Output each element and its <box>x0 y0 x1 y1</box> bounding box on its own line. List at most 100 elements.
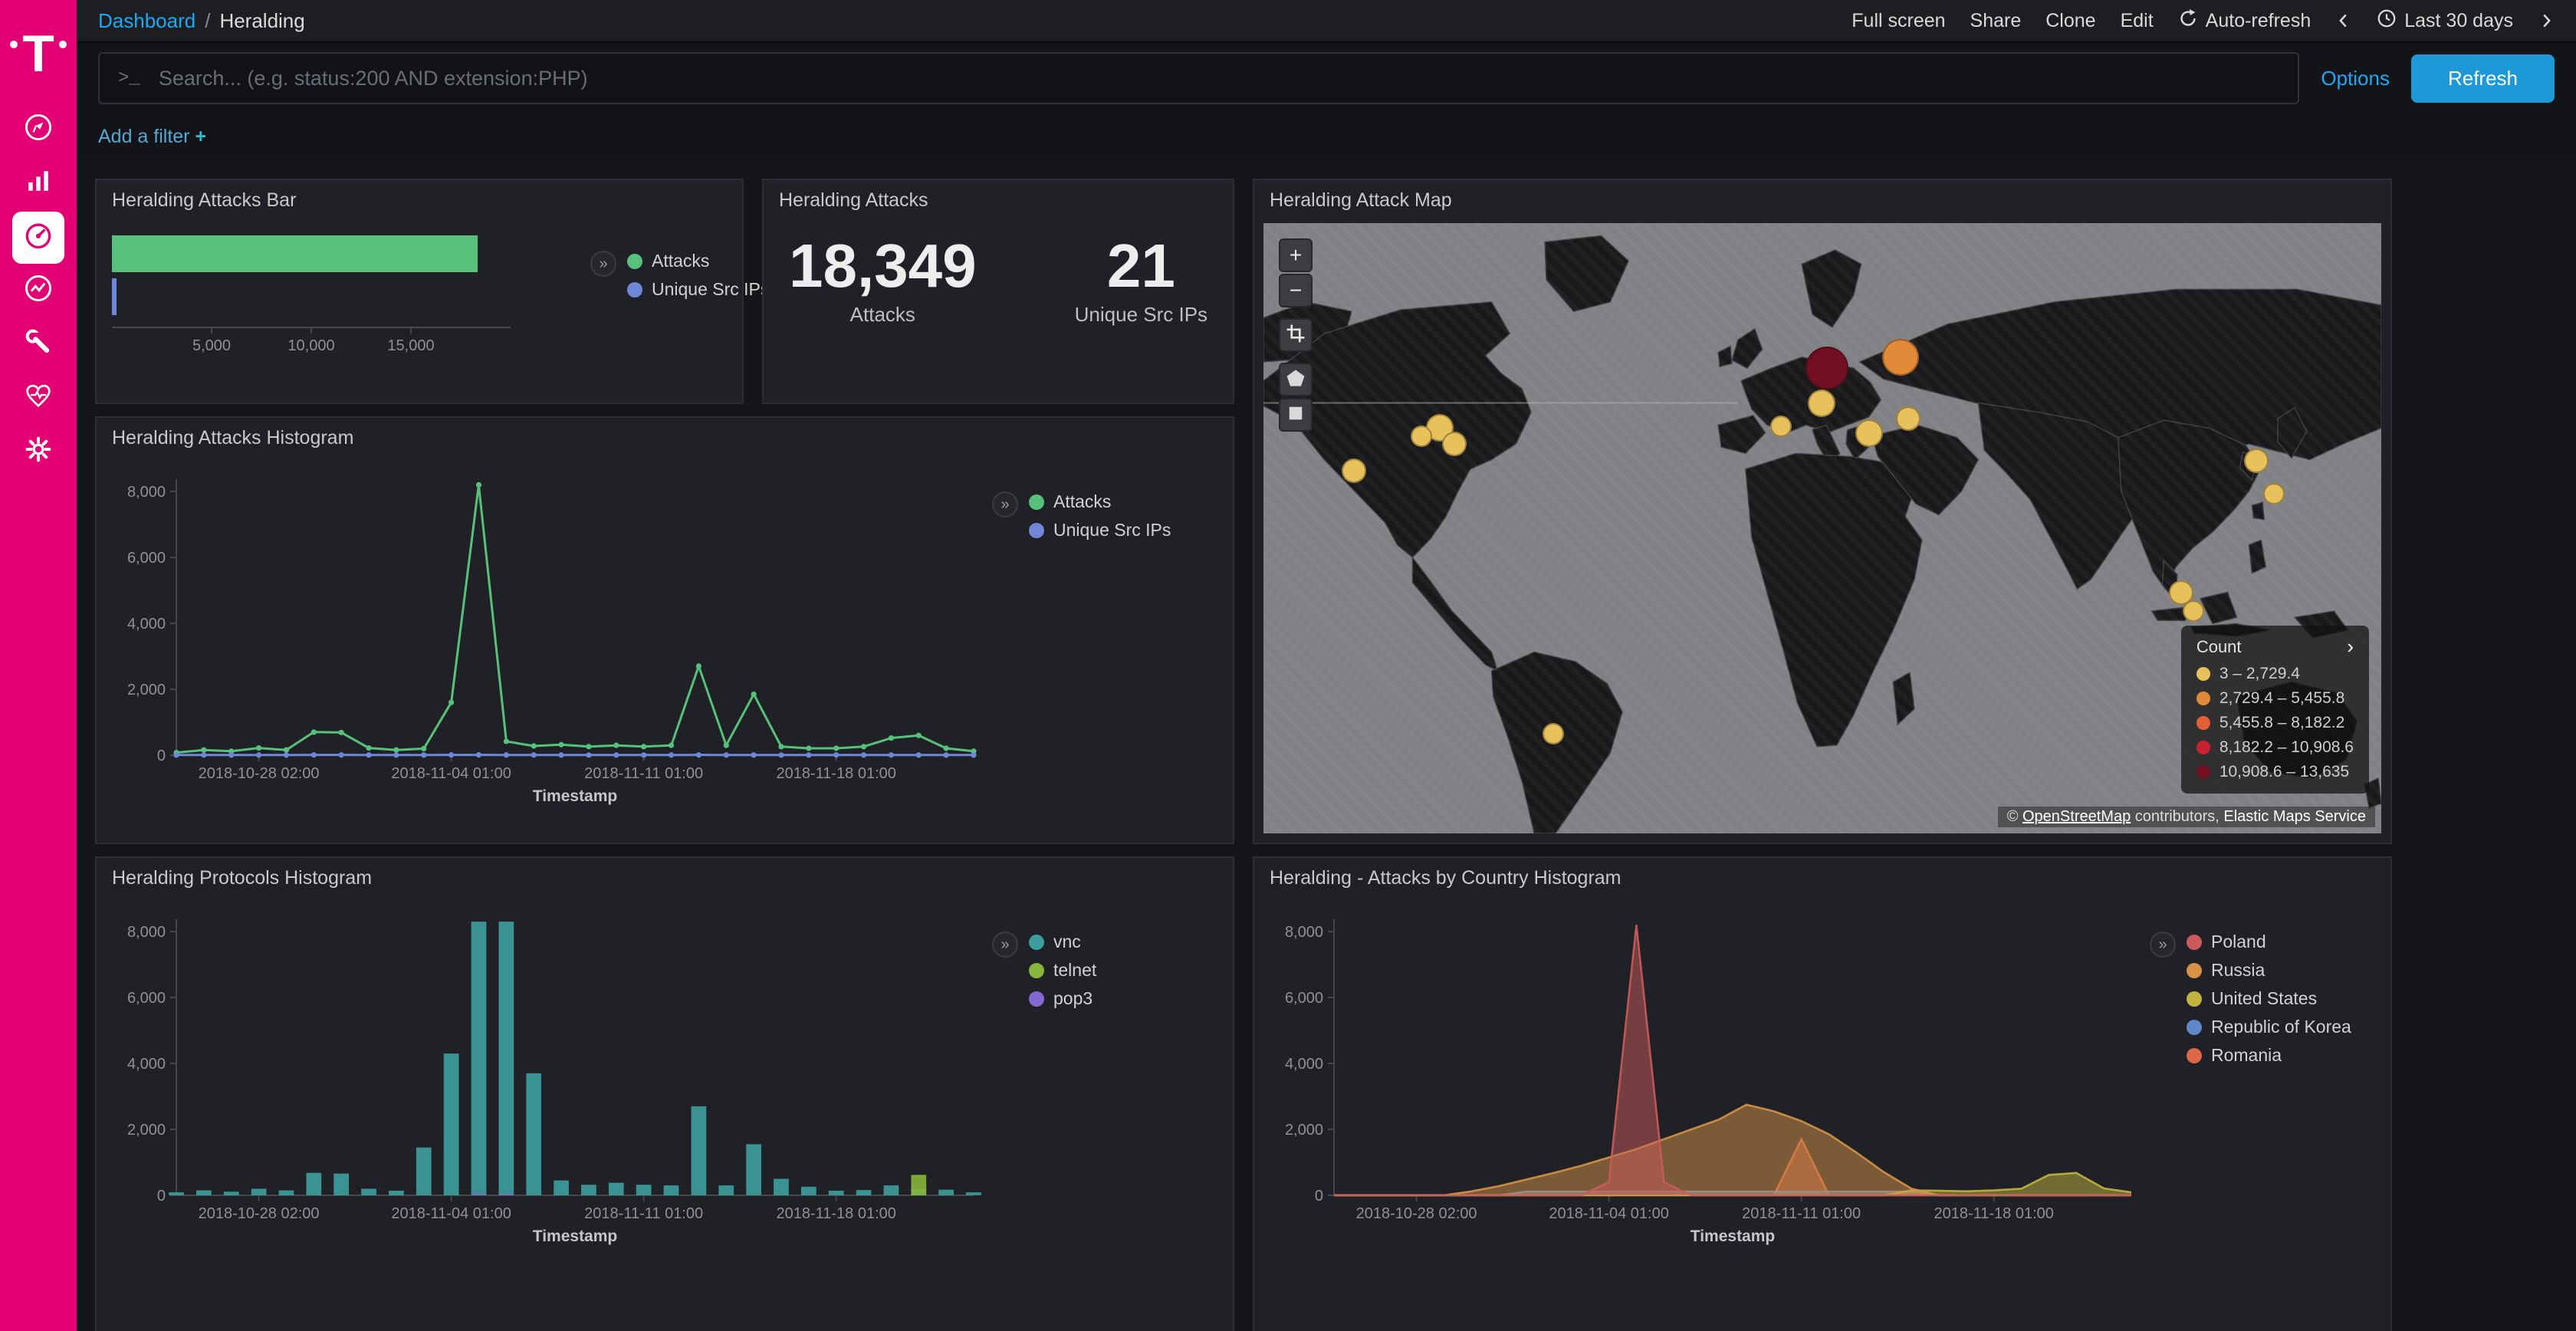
map-marker[interactable] <box>1770 416 1792 437</box>
share-button[interactable]: Share <box>1970 10 2022 32</box>
svg-text:2,000: 2,000 <box>127 682 166 698</box>
refresh-button[interactable]: Refresh <box>2411 54 2555 103</box>
svg-text:2018-11-04 01:00: 2018-11-04 01:00 <box>391 765 511 782</box>
country-histogram-chart[interactable]: 02,0004,0006,0008,0002018-10-28 02:00201… <box>1263 895 2150 1247</box>
panel-heralding-attack-map: Heralding Attack Map <box>1253 179 2392 844</box>
legend-item[interactable]: vnc <box>1029 932 1096 952</box>
map-marker[interactable] <box>2263 483 2285 504</box>
time-range-button[interactable]: Last 30 days <box>2377 8 2513 34</box>
breadcrumb-dashboard-link[interactable]: Dashboard <box>98 9 196 33</box>
legend-item[interactable]: telnet <box>1029 960 1096 981</box>
full-screen-button[interactable]: Full screen <box>1852 10 1945 32</box>
map-legend-label: 5,455.8 – 8,182.2 <box>2220 714 2344 732</box>
map-legend-row: 3 – 2,729.4 <box>2196 665 2354 683</box>
legend-collapse-button[interactable]: » <box>2150 932 2176 958</box>
legend-item[interactable]: Republic of Korea <box>2187 1017 2351 1037</box>
map-marker[interactable] <box>1543 723 1564 744</box>
clone-button[interactable]: Clone <box>2045 10 2095 32</box>
gauge-icon <box>21 218 55 258</box>
map-legend-rows: 3 – 2,729.42,729.4 – 5,455.85,455.8 – 8,… <box>2196 665 2354 781</box>
attacks-histogram-chart[interactable]: 02,0004,0006,0008,0002018-10-28 02:00201… <box>106 455 992 807</box>
legend-item[interactable]: Attacks <box>627 251 769 271</box>
chevron-right-icon[interactable]: › <box>2347 635 2354 659</box>
map-zoom-out-button[interactable]: − <box>1279 274 1313 307</box>
map-marker[interactable] <box>1882 339 1919 376</box>
map-marker[interactable] <box>1411 426 1432 447</box>
panel-title: Heralding Attack Map <box>1270 189 1452 212</box>
map-draw-polygon-button[interactable] <box>1279 363 1313 396</box>
query-prompt-icon: >_ <box>118 68 140 89</box>
map-legend: Count› 3 – 2,729.42,729.4 – 5,455.85,455… <box>2181 626 2369 794</box>
chart-legend: » Poland Russia United States Republic o… <box>2150 932 2351 1066</box>
svg-text:Timestamp: Timestamp <box>533 1227 618 1245</box>
legend-dot <box>2187 1048 2202 1063</box>
sidebar-item-dev-tools[interactable] <box>12 319 64 371</box>
legend-dot <box>1029 935 1044 950</box>
legend-dot <box>627 254 642 269</box>
legend-item[interactable]: Poland <box>2187 932 2351 952</box>
metric-label: Unique Src IPs <box>1075 303 1208 327</box>
map-marker[interactable] <box>1342 458 1366 483</box>
legend-item[interactable]: Unique Src IPs <box>1029 520 1171 541</box>
sidebar-item-discover[interactable] <box>12 104 64 156</box>
options-link[interactable]: Options <box>2321 67 2390 90</box>
map-legend-label: 3 – 2,729.4 <box>2220 665 2300 683</box>
svg-text:2,000: 2,000 <box>127 1122 166 1139</box>
map-marker[interactable] <box>1855 419 1883 447</box>
map-legend-row: 5,455.8 – 8,182.2 <box>2196 714 2354 732</box>
map-marker[interactable] <box>1442 432 1467 456</box>
panel-heralding-attacks-histogram: Heralding Attacks Histogram 02,0004,0006… <box>95 416 1234 844</box>
svg-text:Timestamp: Timestamp <box>1691 1227 1776 1245</box>
sidebar-item-management[interactable] <box>12 426 64 478</box>
svg-text:2018-10-28 02:00: 2018-10-28 02:00 <box>199 1205 320 1222</box>
legend-item[interactable]: Romania <box>2187 1045 2351 1066</box>
sidebar-item-timelion[interactable] <box>12 265 64 317</box>
sidebar-item-monitoring[interactable] <box>12 373 64 425</box>
attacks-bar-chart[interactable]: 5,00010,00015,000 <box>106 220 581 381</box>
legend-dot <box>2187 991 2202 1007</box>
topbar-actions: Full screen Share Clone Edit Auto-refres… <box>1852 8 2555 34</box>
svg-text:8,000: 8,000 <box>1285 924 1323 941</box>
map-marker[interactable] <box>2183 600 2204 622</box>
map-marker[interactable] <box>1808 389 1835 417</box>
sidebar-item-dashboard[interactable] <box>12 212 64 264</box>
time-step-forward-button[interactable] <box>2538 12 2555 29</box>
panel-title: Heralding Attacks Histogram <box>112 427 353 449</box>
legend-collapse-button[interactable]: » <box>992 491 1018 518</box>
legend-dot <box>2196 667 2210 681</box>
legend-collapse-button[interactable]: » <box>992 932 1018 958</box>
svg-text:2018-11-18 01:00: 2018-11-18 01:00 <box>776 1205 895 1222</box>
openstreetmap-link[interactable]: OpenStreetMap <box>2022 808 2131 825</box>
map-zoom-in-button[interactable]: + <box>1279 238 1313 272</box>
protocols-histogram-chart[interactable]: 02,0004,0006,0008,0002018-10-28 02:00201… <box>106 895 992 1247</box>
add-filter-link[interactable]: Add a filter + <box>98 126 206 147</box>
panel-title: Heralding - Attacks by Country Histogram <box>1270 867 1622 889</box>
map-marker[interactable] <box>1806 347 1848 389</box>
map-marker[interactable] <box>2244 449 2269 473</box>
filter-bar: Add a filter + <box>77 112 2576 157</box>
legend-item[interactable]: pop3 <box>1029 988 1096 1009</box>
map-draw-rectangle-button[interactable] <box>1279 398 1313 432</box>
map-controls: + − <box>1279 238 1313 432</box>
map-attribution: © OpenStreetMap contributors, Elastic Ma… <box>1998 807 2375 827</box>
telekom-logo[interactable]: T <box>10 15 67 92</box>
legend-item[interactable]: Attacks <box>1029 491 1171 512</box>
legend-item[interactable]: Russia <box>2187 960 2351 981</box>
legend-item[interactable]: United States <box>2187 988 2351 1009</box>
map-fit-data-bounds-button[interactable] <box>1279 318 1313 352</box>
search-input[interactable] <box>156 65 2280 92</box>
logo-dot <box>10 41 18 48</box>
svg-text:Timestamp: Timestamp <box>533 787 618 805</box>
app-sidebar: T <box>0 0 77 1331</box>
refresh-arrow-icon <box>2178 8 2198 34</box>
world-map[interactable]: + − Count› 3 – 2,729.42,729.4 – 5,455.85… <box>1263 223 2381 833</box>
legend-item[interactable]: Unique Src IPs <box>627 279 769 300</box>
map-marker[interactable] <box>1896 406 1921 431</box>
legend-collapse-button[interactable]: » <box>590 251 616 277</box>
time-step-back-button[interactable] <box>2335 12 2352 29</box>
svg-text:10,000: 10,000 <box>288 337 334 354</box>
auto-refresh-button[interactable]: Auto-refresh <box>2178 8 2312 34</box>
edit-button[interactable]: Edit <box>2121 10 2154 32</box>
sidebar-nav <box>12 104 64 478</box>
sidebar-item-visualize[interactable] <box>12 158 64 210</box>
